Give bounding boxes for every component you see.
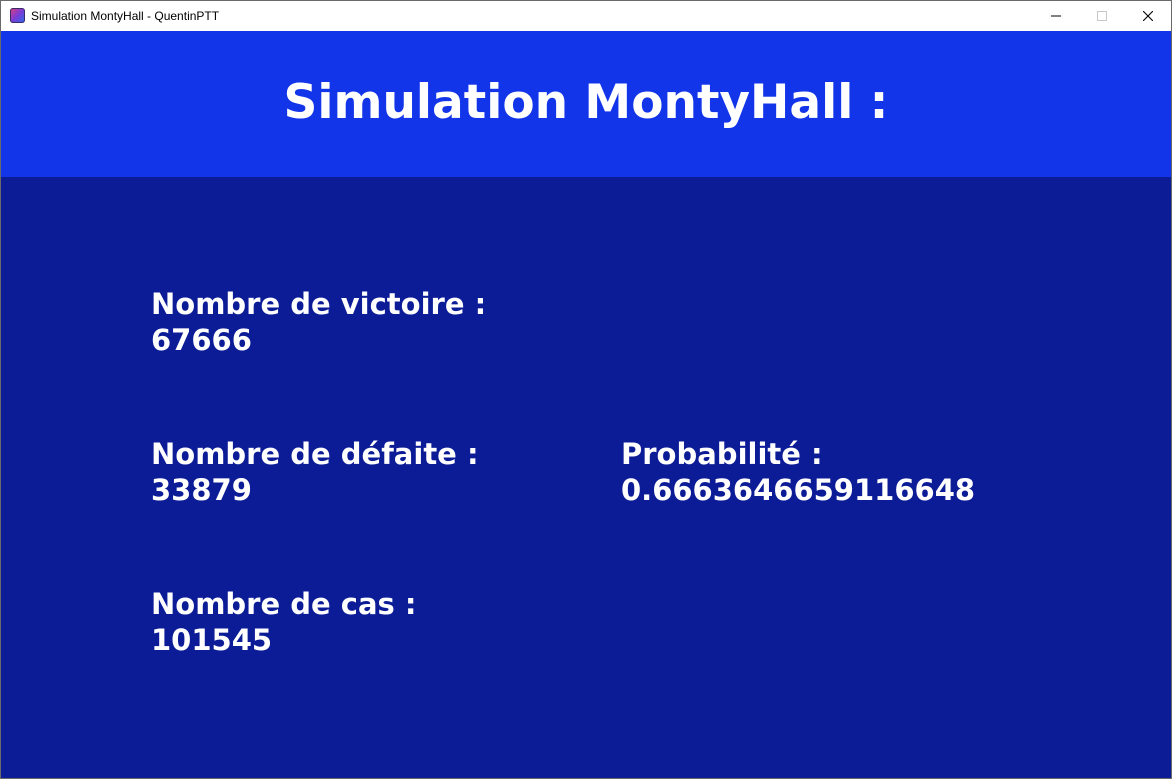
close-icon xyxy=(1143,11,1153,21)
wins-stat: Nombre de victoire : 67666 xyxy=(151,286,486,358)
app-icon[interactable] xyxy=(10,8,25,23)
probability-value: 0.6663646659116648 xyxy=(621,473,976,507)
cases-stat: Nombre de cas : 101545 xyxy=(151,586,416,658)
page-title: Simulation MontyHall : xyxy=(283,75,889,130)
probability-stat: Probabilité : 0.6663646659116648 xyxy=(621,436,975,508)
minimize-button[interactable] xyxy=(1033,1,1079,31)
losses-value: 33879 xyxy=(151,473,252,507)
cases-label: Nombre de cas : xyxy=(151,587,417,621)
wins-value: 67666 xyxy=(151,323,252,357)
losses-label: Nombre de défaite : xyxy=(151,437,479,471)
header-banner: Simulation MontyHall : xyxy=(1,31,1171,177)
wins-label: Nombre de victoire : xyxy=(151,287,487,321)
maximize-button[interactable] xyxy=(1079,1,1125,31)
probability-label: Probabilité : xyxy=(621,437,823,471)
window-title: Simulation MontyHall - QuentinPTT xyxy=(31,9,220,23)
losses-stat: Nombre de défaite : 33879 xyxy=(151,436,479,508)
close-button[interactable] xyxy=(1125,1,1171,31)
window-titlebar[interactable]: Simulation MontyHall - QuentinPTT xyxy=(1,1,1171,31)
minimize-icon xyxy=(1051,15,1061,17)
cases-value: 101545 xyxy=(151,623,273,657)
app-window: Simulation MontyHall - QuentinPTT Simula… xyxy=(0,0,1172,779)
maximize-icon xyxy=(1097,11,1107,21)
